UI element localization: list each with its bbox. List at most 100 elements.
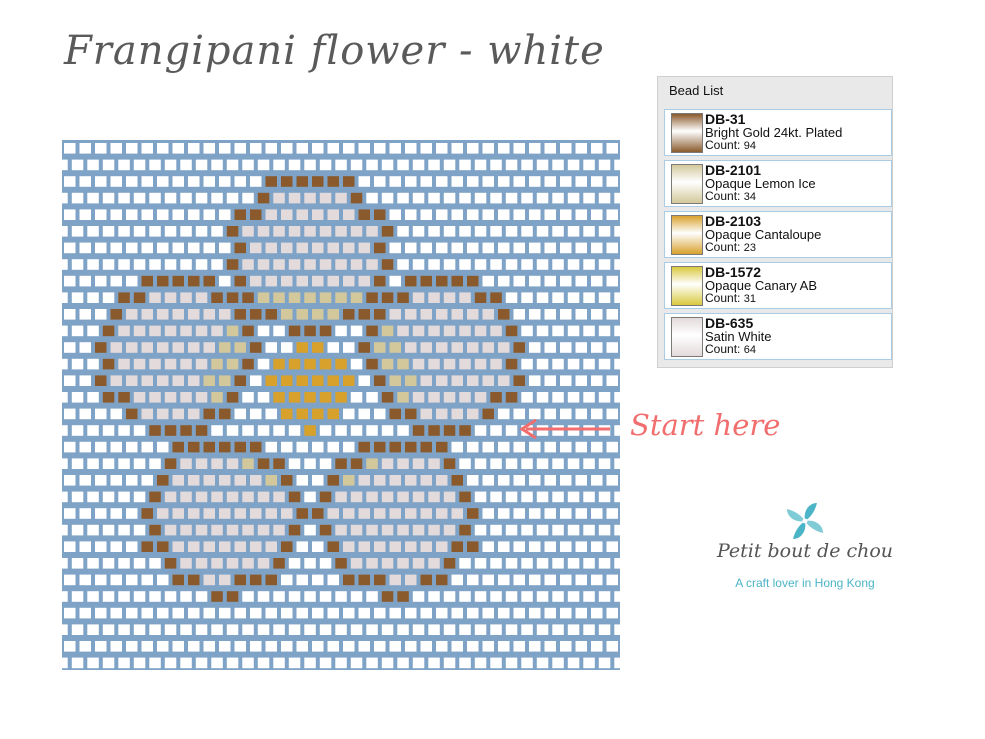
bead-item-db-2103[interactable]: DB-2103 Opaque Cantaloupe Count: 23	[664, 211, 892, 258]
bead-white	[180, 325, 192, 337]
bead-empty	[529, 541, 541, 552]
bead-cant	[273, 392, 285, 403]
bead-empty	[141, 641, 153, 652]
bead-gold	[312, 508, 324, 519]
bead-white	[335, 192, 347, 204]
bead-empty	[62, 292, 68, 303]
bead-white	[366, 226, 378, 237]
bead-empty	[335, 657, 347, 669]
bead-white	[412, 292, 425, 303]
bead-empty	[482, 143, 494, 154]
bead-gold	[288, 491, 301, 503]
bead-gold	[374, 242, 386, 254]
bead-empty	[560, 209, 572, 220]
bead-empty	[521, 325, 533, 337]
bead-empty	[319, 591, 332, 602]
bead-gold	[203, 408, 215, 420]
bead-empty	[319, 558, 332, 569]
bead-empty	[133, 558, 146, 569]
bead-empty	[87, 558, 99, 569]
bead-white	[180, 458, 192, 469]
bead-empty	[428, 159, 440, 171]
bead-empty	[312, 641, 324, 652]
bead-gold	[242, 358, 254, 370]
bead-white	[250, 242, 262, 254]
bead-empty	[521, 624, 533, 635]
bead-empty	[428, 624, 440, 635]
bead-empty	[412, 159, 425, 171]
bead-empty	[389, 275, 401, 287]
bead-empty	[451, 574, 463, 586]
bead-item-db-635[interactable]: DB-635 Satin White Count: 64	[664, 313, 892, 360]
bead-empty	[195, 192, 208, 204]
bead-empty	[482, 508, 494, 519]
bead-empty	[288, 591, 301, 602]
bead-empty	[389, 143, 401, 154]
bead-empty	[505, 491, 518, 503]
bead-empty	[459, 226, 471, 237]
bead-lemon	[327, 309, 339, 320]
bead-empty	[536, 624, 549, 635]
bead-white	[304, 226, 316, 237]
bead-empty	[319, 425, 332, 436]
bead-empty	[560, 176, 572, 187]
bead-white	[164, 292, 177, 303]
bead-empty	[490, 425, 502, 436]
bead-empty	[575, 275, 587, 287]
bead-item-db-31[interactable]: DB-31 Bright Gold 24kt. Plated Count: 94	[664, 109, 892, 156]
bead-empty	[405, 641, 417, 652]
bead-empty	[203, 607, 215, 619]
bead-white	[405, 541, 417, 552]
bead-white	[110, 342, 122, 353]
bead-white	[451, 375, 463, 386]
bead-gold	[234, 574, 246, 586]
bead-lemon	[343, 475, 355, 486]
bead-empty	[95, 275, 107, 287]
bead-empty	[71, 591, 84, 602]
bead-empty	[560, 342, 572, 353]
bead-empty	[583, 524, 595, 536]
bead-empty	[118, 259, 130, 270]
bead-gold	[498, 309, 510, 320]
bead-empty	[591, 607, 603, 619]
bead-empty	[513, 641, 525, 652]
bead-empty	[560, 574, 572, 586]
bead-item-db-1572[interactable]: DB-1572 Opaque Canary AB Count: 31	[664, 262, 892, 309]
bead-cant	[273, 358, 285, 370]
bead-empty	[219, 176, 231, 187]
bead-empty	[389, 607, 401, 619]
bead-white	[195, 458, 208, 469]
bead-empty	[552, 292, 564, 303]
bead-empty	[513, 309, 525, 320]
bead-empty	[62, 524, 68, 536]
bead-white	[436, 408, 448, 420]
bead-white	[234, 508, 246, 519]
bead-gold	[490, 392, 502, 403]
bead-empty	[64, 342, 76, 353]
bead-gold	[350, 192, 363, 204]
bead-gold	[118, 392, 130, 403]
bead-item-db-2101[interactable]: DB-2101 Opaque Lemon Ice Count: 34	[664, 160, 892, 207]
bead-empty	[412, 192, 425, 204]
bead-empty	[567, 259, 580, 270]
bead-empty	[343, 641, 355, 652]
bead-empty	[64, 607, 76, 619]
bead-empty	[180, 591, 192, 602]
bead-white	[343, 275, 355, 287]
bead-empty	[195, 159, 208, 171]
bead-gold	[412, 425, 425, 436]
bead-gold	[335, 458, 347, 469]
bead-white	[358, 475, 370, 486]
bead-empty	[95, 176, 107, 187]
bead-gold	[95, 375, 107, 386]
bead-white	[490, 358, 502, 370]
bead-empty	[102, 558, 115, 569]
bead-white	[242, 259, 254, 270]
bead-empty	[327, 607, 339, 619]
bead-empty	[606, 574, 618, 586]
bead-empty	[606, 508, 618, 519]
bead-list-panel: Bead List DB-31 Bright Gold 24kt. Plated…	[657, 76, 893, 368]
bead-white	[203, 508, 215, 519]
bead-empty	[149, 591, 161, 602]
bead-white	[459, 358, 471, 370]
